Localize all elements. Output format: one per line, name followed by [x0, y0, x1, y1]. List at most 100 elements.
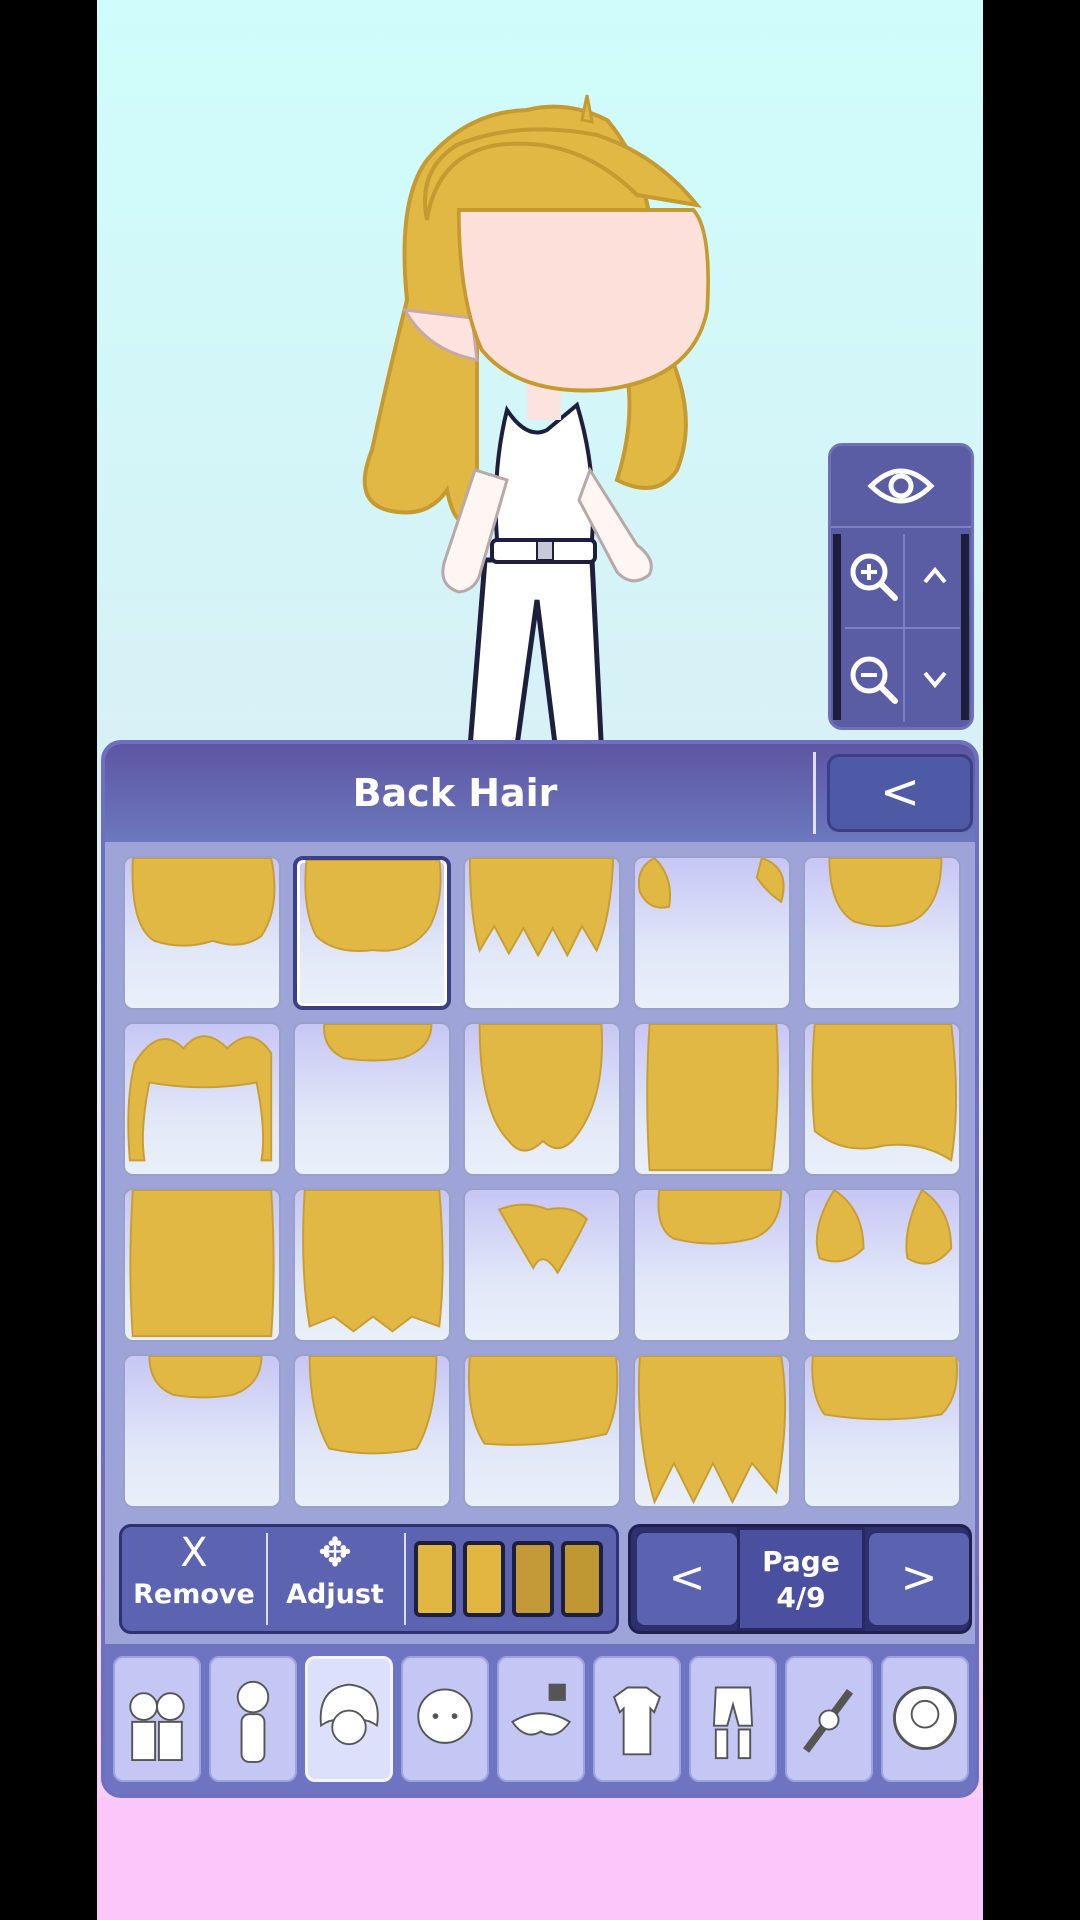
- category-button[interactable]: [785, 1656, 873, 1782]
- zoom-out-icon: [850, 656, 898, 704]
- hair-thumbnail: [815, 1190, 953, 1265]
- remove-label: Remove: [133, 1579, 255, 1610]
- hair-item-tile[interactable]: [803, 1354, 961, 1508]
- divider: [266, 1533, 268, 1625]
- next-page-button[interactable]: >: [869, 1533, 969, 1625]
- back-button[interactable]: <: [827, 754, 973, 832]
- category-button[interactable]: [209, 1656, 297, 1782]
- toggle-visibility-button[interactable]: [831, 446, 971, 528]
- category-button[interactable]: [689, 1656, 777, 1782]
- face-icon: [417, 1688, 473, 1744]
- hair-item-tile[interactable]: [633, 1022, 791, 1176]
- panel-header: Back Hair <: [105, 744, 975, 842]
- move-icon: ✥: [318, 1530, 352, 1576]
- page-navigator: < Page 4/9 >: [628, 1524, 972, 1634]
- vertical-rail: [961, 534, 969, 720]
- color-swatch-1[interactable]: [414, 1541, 456, 1617]
- x-icon: X: [180, 1530, 208, 1576]
- hair-thumbnail: [811, 1024, 958, 1163]
- panel-title: Back Hair: [352, 771, 558, 815]
- category-button[interactable]: [113, 1656, 201, 1782]
- items-icon: [803, 1689, 854, 1753]
- adjust-button[interactable]: ✥ Adjust: [270, 1527, 400, 1631]
- divider: [404, 1533, 406, 1625]
- move-down-button[interactable]: [913, 651, 957, 707]
- hair-thumbnail: [657, 1190, 783, 1245]
- chevron-down-icon: [923, 671, 947, 689]
- hair-thumbnail: [304, 860, 442, 952]
- adjust-label: Adjust: [286, 1579, 384, 1610]
- bottom-clothing-icon: [712, 1686, 754, 1760]
- hair-item-tile[interactable]: [463, 1188, 621, 1342]
- hair-thumbnail: [302, 1190, 444, 1333]
- divider: [845, 627, 960, 629]
- hair-item-tile[interactable]: [463, 856, 621, 1010]
- hair-item-grid: [123, 856, 969, 1520]
- hair-thumbnail: [497, 1203, 589, 1275]
- hair-item-tile[interactable]: [293, 1022, 451, 1176]
- category-button[interactable]: [401, 1656, 489, 1782]
- eye-icon: [867, 468, 935, 504]
- hair-item-tile[interactable]: [803, 1188, 961, 1342]
- hair-thumbnail: [811, 1356, 959, 1421]
- hair-thumbnail: [468, 858, 615, 958]
- hair-item-tile[interactable]: [123, 1188, 281, 1342]
- hair-item-tile[interactable]: [123, 1022, 281, 1176]
- hair-thumbnail: [637, 858, 785, 909]
- hair-item-tile[interactable]: [293, 1354, 451, 1508]
- profile-icon: [893, 1686, 957, 1751]
- page-indicator: Page 4/9: [737, 1527, 865, 1631]
- zoom-in-button[interactable]: [845, 548, 901, 604]
- hair-item-tile[interactable]: [293, 1188, 451, 1342]
- move-up-button[interactable]: [913, 548, 957, 604]
- chevron-up-icon: [923, 566, 947, 584]
- hair-thumbnail: [129, 1190, 275, 1338]
- hair-thumbnail: [646, 1024, 779, 1172]
- body-icon: [236, 1680, 270, 1763]
- hair-item-tile[interactable]: [123, 856, 281, 1010]
- zoom-out-button[interactable]: [845, 651, 901, 707]
- previous-page-button[interactable]: <: [637, 1533, 737, 1625]
- hair-item-tile[interactable]: [123, 1354, 281, 1508]
- color-swatch-3[interactable]: [512, 1541, 554, 1617]
- hair-item-tile[interactable]: [633, 1354, 791, 1508]
- hair-item-tile[interactable]: [293, 856, 451, 1010]
- page-number: 4/9: [776, 1581, 826, 1614]
- top-clothing-icon: [612, 1686, 662, 1756]
- remove-button[interactable]: X Remove: [126, 1527, 262, 1631]
- hair-thumbnail: [637, 1356, 787, 1505]
- presets-icon: [129, 1692, 185, 1761]
- hair-thumbnail: [131, 858, 276, 947]
- zoom-rail: [833, 534, 841, 720]
- hair-thumbnail: [308, 1356, 438, 1455]
- tool-bar: X Remove ✥ Adjust: [119, 1524, 619, 1634]
- zoom-in-icon: [850, 553, 898, 601]
- hair-thumbnail: [127, 1035, 273, 1162]
- hair-item-tile[interactable]: [803, 856, 961, 1010]
- category-button[interactable]: [305, 1656, 393, 1782]
- game-screen: Back Hair < X Remove ✥ Adjust < Page 4/9…: [97, 0, 983, 1920]
- hair-thumbnail: [828, 858, 943, 928]
- hair-item-tile[interactable]: [803, 1022, 961, 1176]
- hair-thumbnail: [148, 1356, 263, 1399]
- category-button[interactable]: [881, 1656, 969, 1782]
- hair-item-tile[interactable]: [463, 1354, 621, 1508]
- background-strip: [97, 1798, 983, 1920]
- page-label: Page: [762, 1545, 840, 1578]
- hair-thumbnail: [467, 1356, 619, 1446]
- hair-item-tile[interactable]: [633, 856, 791, 1010]
- hair-thumbnail: [478, 1024, 603, 1152]
- hair-item-tile[interactable]: [463, 1022, 621, 1176]
- category-button[interactable]: [593, 1656, 681, 1782]
- category-bar: [105, 1644, 975, 1794]
- category-button[interactable]: [497, 1656, 585, 1782]
- hair-item-tile[interactable]: [633, 1188, 791, 1342]
- divider: [813, 752, 816, 834]
- accessories-icon: [510, 1683, 572, 1736]
- color-swatch-2[interactable]: [463, 1541, 505, 1617]
- camera-controls: [828, 443, 974, 730]
- item-panel: Back Hair < X Remove ✥ Adjust < Page 4/9…: [101, 740, 979, 1798]
- color-swatch-4[interactable]: [561, 1541, 603, 1617]
- hair-icon: [319, 1683, 379, 1746]
- hair-thumbnail: [323, 1024, 433, 1062]
